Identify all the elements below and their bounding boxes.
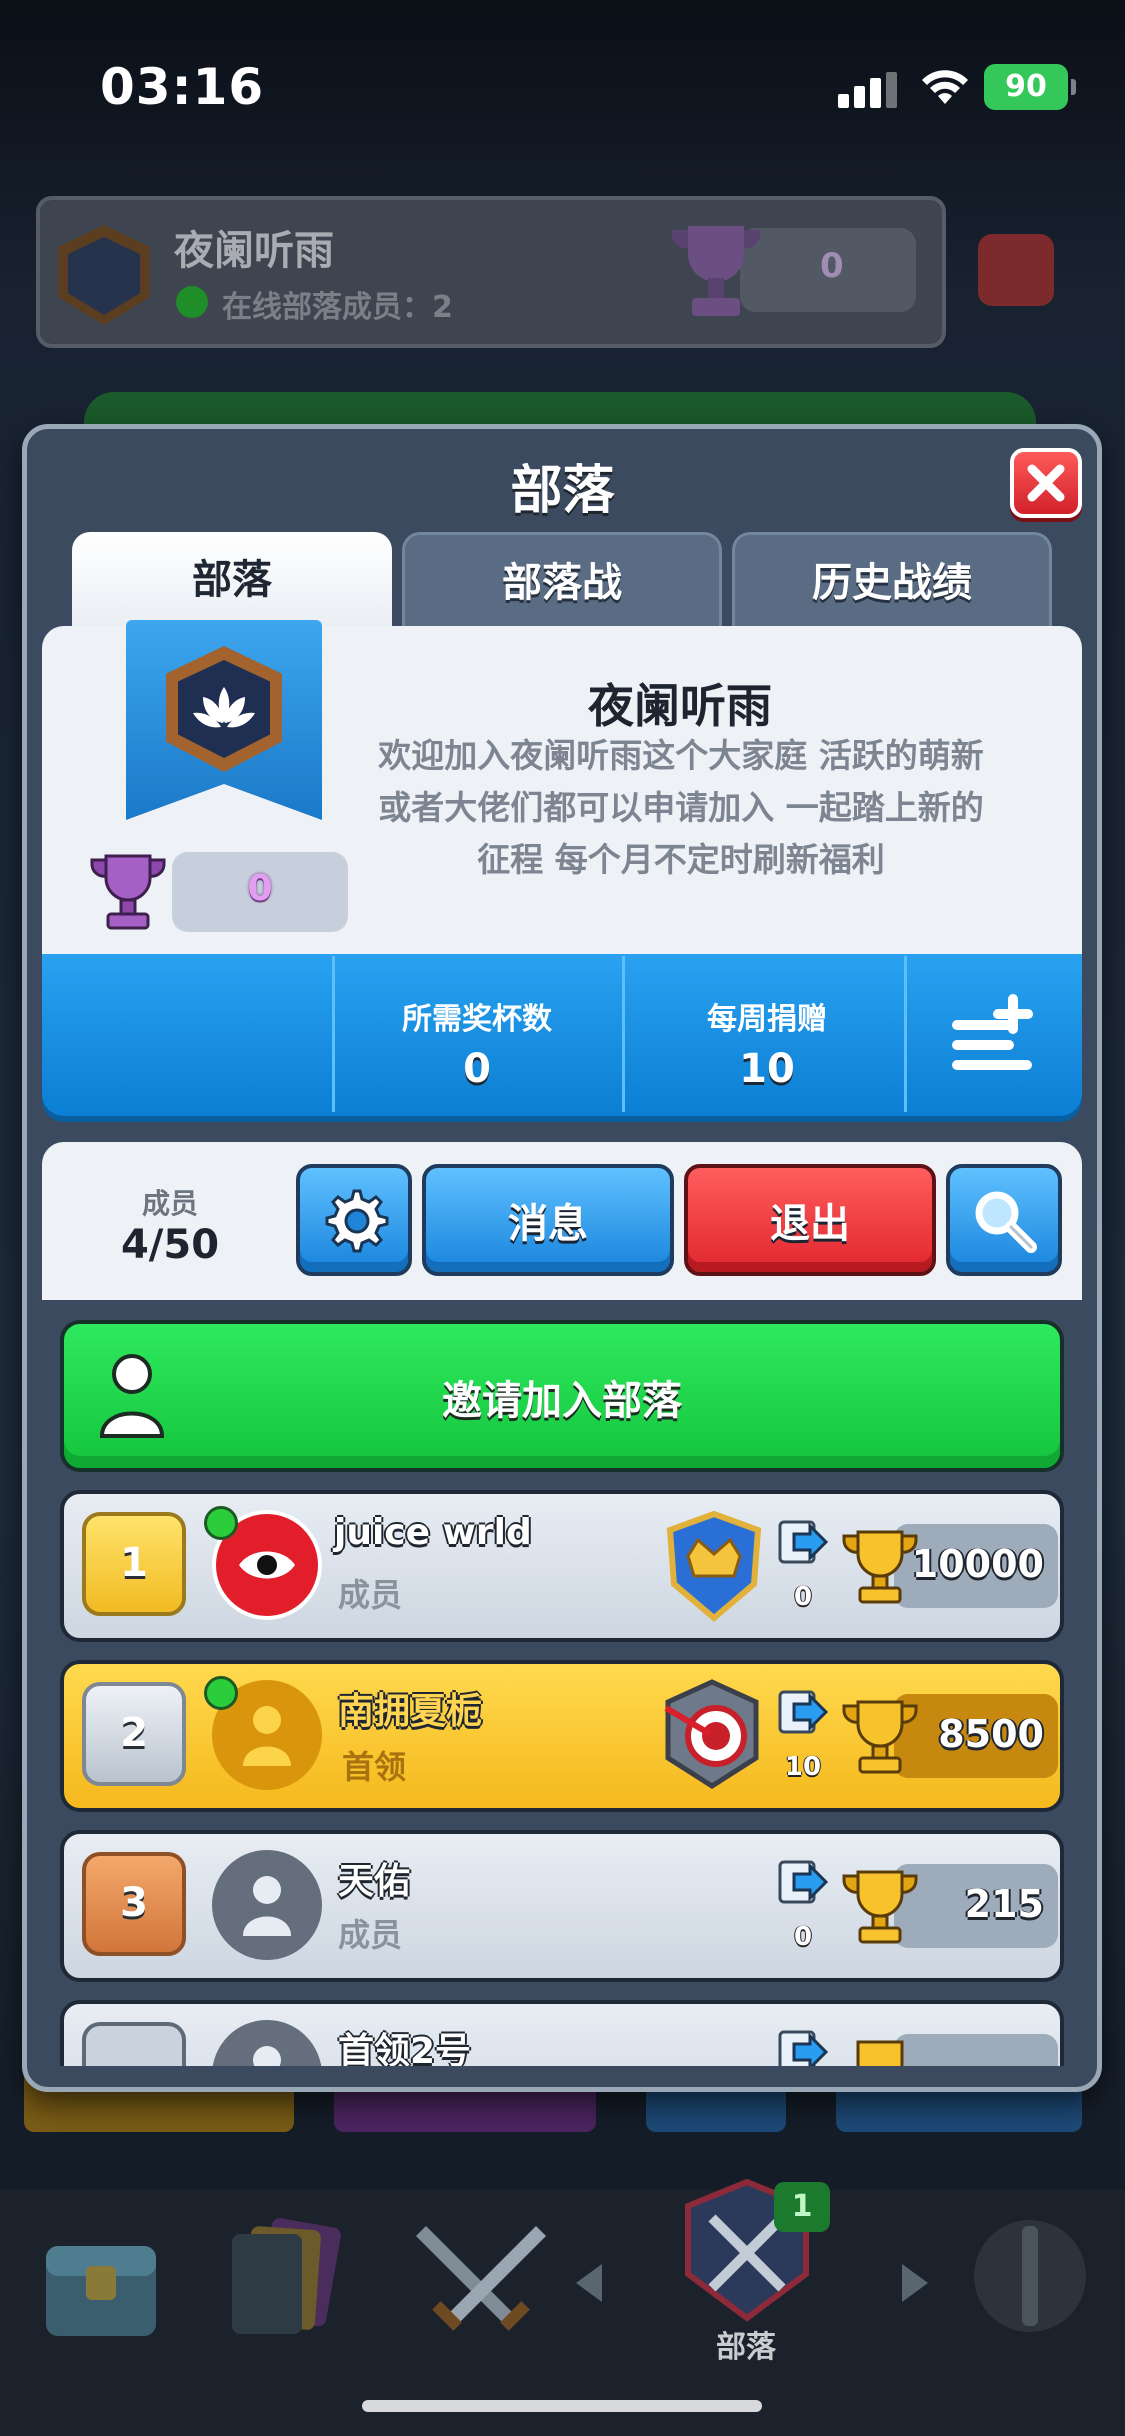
cellular-signal-icon	[838, 72, 898, 108]
member-trophies: 10000	[911, 1542, 1044, 1586]
modal-title: 部落	[510, 461, 615, 521]
avatar	[212, 2020, 322, 2066]
close-icon	[1027, 464, 1065, 502]
status-time: 03:16	[100, 58, 265, 116]
members-label: 成员	[141, 1187, 198, 1220]
donation-count: 0	[793, 1582, 813, 1612]
trophy-icon	[90, 854, 166, 930]
battle-swords-icon[interactable]	[406, 2206, 556, 2346]
member-trophies: 215	[964, 1882, 1044, 1926]
tab-clan[interactable]: 部落	[72, 532, 392, 632]
eye-icon	[239, 1551, 295, 1579]
clan-trophy-value: 0	[247, 868, 273, 909]
member-name: 南拥夏栀	[338, 1691, 483, 1732]
rank-badge: 2	[82, 1682, 186, 1786]
member-name: juice wrld	[334, 1512, 532, 1553]
invite-label: 邀请加入部落	[442, 1378, 682, 1424]
home-indicator	[362, 2400, 762, 2412]
background-online-count: 在线部落成员：2	[222, 290, 453, 325]
trophy-icon	[856, 2040, 904, 2066]
target-league-icon	[664, 1679, 759, 1789]
person-icon	[243, 1876, 291, 1936]
required-trophies-label: 所需奖杯数	[402, 1002, 552, 1037]
donation-icon	[778, 1860, 829, 1904]
background-close-icon	[978, 234, 1054, 306]
rank-badge: 1	[82, 1512, 186, 1616]
donation-icon	[778, 1520, 829, 1564]
background-trophy-value: 0	[820, 246, 844, 286]
rank-badge: 3	[82, 1852, 186, 1956]
donation-icon	[778, 1690, 829, 1734]
member-row[interactable]: 1 juice wrld 成员 0 10000	[60, 1490, 1064, 1642]
crown-league-icon	[666, 1510, 762, 1622]
member-role: 成员	[338, 1576, 403, 1614]
tab-clan-war[interactable]: 部落战	[402, 532, 722, 632]
member-row[interactable]: 3 天佑 成员 0 215	[60, 1830, 1064, 1982]
member-row[interactable]: 2 南拥夏栀 首领 10 8500	[60, 1660, 1064, 1812]
nav-right-arrow-icon[interactable]	[898, 2260, 932, 2306]
online-dot-icon	[176, 286, 208, 318]
member-row[interactable]: 首领2号	[60, 2000, 1064, 2066]
battery-indicator: 90	[984, 64, 1076, 110]
shop-chest-icon[interactable]	[36, 2206, 166, 2346]
wifi-icon	[922, 70, 968, 104]
member-role: 成员	[338, 1916, 403, 1954]
member-trophies: 8500	[938, 1712, 1044, 1756]
tab-war-history[interactable]: 历史战绩	[732, 532, 1052, 632]
lotus-icon	[193, 687, 255, 728]
member-role: 首领	[342, 1748, 407, 1786]
events-laurel-icon[interactable]	[960, 2206, 1100, 2356]
donation-count: 0	[793, 1922, 813, 1952]
nav-left-arrow-icon[interactable]	[572, 2260, 606, 2306]
online-indicator	[204, 1676, 238, 1710]
donation-count: 10	[784, 1752, 822, 1782]
list-clip: 首领2号	[42, 1990, 1082, 2066]
close-button[interactable]	[1010, 448, 1082, 518]
clan-name: 夜阑听雨	[588, 679, 772, 733]
background-trophy-icon	[672, 226, 760, 316]
online-indicator	[204, 1506, 238, 1540]
members-count: 4/50	[120, 1222, 220, 1268]
leave-button[interactable]: 退出	[684, 1164, 936, 1276]
clan-menu-plus-icon[interactable]	[946, 986, 1046, 1076]
clan-nav-label: 部落	[716, 2330, 776, 2365]
settings-button[interactable]	[296, 1164, 412, 1276]
avatar	[212, 1850, 322, 1960]
gear-icon	[325, 1189, 389, 1253]
search-button[interactable]	[946, 1164, 1062, 1276]
rank-badge	[82, 2022, 186, 2066]
person-icon	[243, 1706, 291, 1766]
donation-icon	[778, 2030, 829, 2066]
member-name: 天佑	[338, 1861, 411, 1902]
weekly-donations-value: 10	[739, 1046, 795, 1092]
message-button[interactable]: 消息	[422, 1164, 674, 1276]
person-icon	[253, 2046, 281, 2066]
search-icon	[975, 1191, 1037, 1253]
member-name: 首领2号	[338, 2031, 472, 2066]
background-clan-name: 夜阑听雨	[174, 228, 334, 274]
weekly-donations-label: 每周捐赠	[707, 1002, 827, 1037]
required-trophies-value: 0	[463, 1046, 491, 1092]
cards-icon[interactable]	[218, 2206, 348, 2346]
clan-description: 欢迎加入夜阑听雨这个大家庭 活跃的萌新或者大佬们都可以申请加入 一起踏上新的征程…	[378, 736, 984, 879]
clan-notification-badge: 1	[774, 2182, 830, 2232]
